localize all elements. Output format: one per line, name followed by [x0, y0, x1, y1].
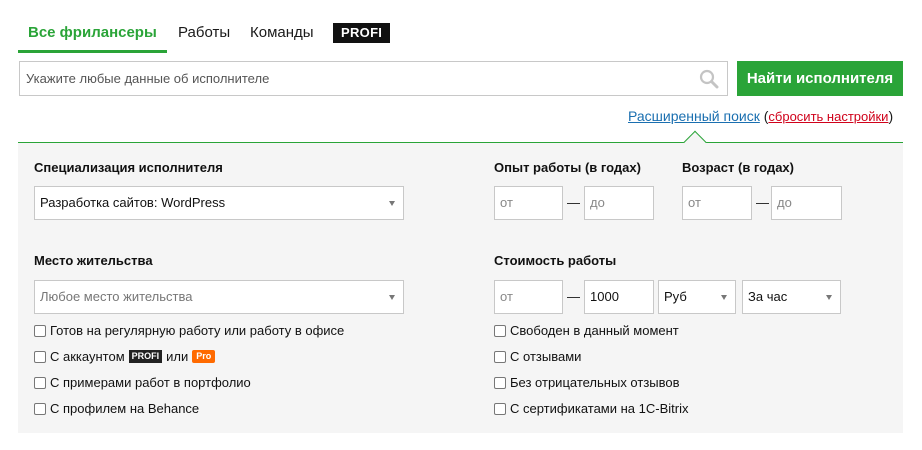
checkbox[interactable] [34, 376, 46, 389]
checkbox-label: Готов на регулярную работу или работу в … [50, 323, 345, 338]
panel-divider [18, 142, 903, 143]
tab-all-freelancers[interactable]: Все фрилансеры [18, 22, 167, 53]
location-placeholder: Любое место жительства [40, 289, 193, 304]
checkbox[interactable] [494, 376, 506, 389]
experience-dash: — [567, 195, 580, 210]
cost-label: Стоимость работы [494, 253, 617, 268]
experience-label: Опыт работы (в годах) [494, 160, 641, 175]
checkbox-bitrix-cert[interactable]: С сертификатами на 1С-Bitrix [494, 401, 688, 416]
tab-bar: Все фрилансеры Работы Команды PROFI [18, 18, 903, 53]
checkbox-label: Свободен в данный момент [510, 323, 679, 338]
cost-to-input[interactable]: 1000 [584, 280, 654, 314]
period-select[interactable]: За час [742, 280, 841, 314]
specialization-select[interactable]: Разработка сайтов: WordPress [34, 186, 404, 220]
search-box [19, 61, 728, 96]
checkbox-label: С профилем на Behance [50, 401, 200, 416]
chevron-down-icon [389, 295, 395, 300]
experience-from-input[interactable]: от [494, 186, 563, 220]
specialization-value: Разработка сайтов: WordPress [40, 195, 226, 210]
checkbox-account[interactable]: С аккаунтом PROFI или Pro [34, 349, 216, 364]
find-freelancer-button[interactable]: Найти исполнителя [737, 61, 903, 96]
checkbox-with-reviews[interactable]: С отзывами [494, 349, 581, 364]
tab-works[interactable]: Работы [178, 22, 230, 44]
checkbox[interactable] [494, 324, 506, 337]
checkbox[interactable] [34, 324, 46, 337]
tab-profi[interactable]: PROFI [333, 23, 391, 43]
close-paren: ) [888, 108, 894, 124]
search-input[interactable] [20, 62, 680, 95]
experience-to-input[interactable]: до [584, 186, 654, 220]
location-label: Место жительства [34, 253, 153, 268]
cost-from-input[interactable]: от [494, 280, 563, 314]
age-to-input[interactable]: до [771, 186, 842, 220]
period-value: За час [748, 289, 788, 304]
specialization-label: Специализация исполнителя [34, 160, 223, 175]
checkbox[interactable] [494, 402, 506, 415]
pro-badge: Pro [192, 350, 216, 363]
or-text: или [166, 349, 189, 364]
checkbox[interactable] [34, 350, 46, 363]
location-select[interactable]: Любое место жительства [34, 280, 404, 314]
search-icon[interactable] [699, 69, 719, 89]
advanced-search-row: Расширенный поиск (сбросить настройки) [628, 108, 893, 124]
checkbox-label: Без отрицательных отзывов [510, 375, 680, 390]
checkbox-regular-work[interactable]: Готов на регулярную работу или работу в … [34, 323, 344, 338]
checkbox-available-now[interactable]: Свободен в данный момент [494, 323, 679, 338]
age-dash: — [756, 195, 769, 210]
chevron-down-icon [389, 201, 395, 206]
currency-value: Руб [664, 289, 687, 304]
checkbox-label: С примерами работ в портфолио [50, 375, 251, 390]
currency-select[interactable]: Руб [658, 280, 736, 314]
age-label: Возраст (в годах) [682, 160, 794, 175]
checkbox-label: С аккаунтом [50, 349, 125, 364]
checkbox-no-negative[interactable]: Без отрицательных отзывов [494, 375, 680, 390]
profi-badge: PROFI [128, 350, 163, 363]
age-from-input[interactable]: от [682, 186, 752, 220]
checkbox-label: С сертификатами на 1С-Bitrix [510, 401, 689, 416]
advanced-search-link[interactable]: Расширенный поиск [628, 108, 760, 124]
cost-dash: — [567, 289, 580, 304]
checkbox-label: С отзывами [510, 349, 582, 364]
chevron-down-icon [826, 295, 832, 300]
checkbox-behance[interactable]: С профилем на Behance [34, 401, 199, 416]
checkbox[interactable] [34, 402, 46, 415]
tab-teams[interactable]: Команды [250, 22, 314, 44]
checkbox-portfolio[interactable]: С примерами работ в портфолио [34, 375, 251, 390]
chevron-down-icon [721, 295, 727, 300]
checkbox[interactable] [494, 350, 506, 363]
reset-settings-link[interactable]: сбросить настройки [768, 109, 888, 124]
